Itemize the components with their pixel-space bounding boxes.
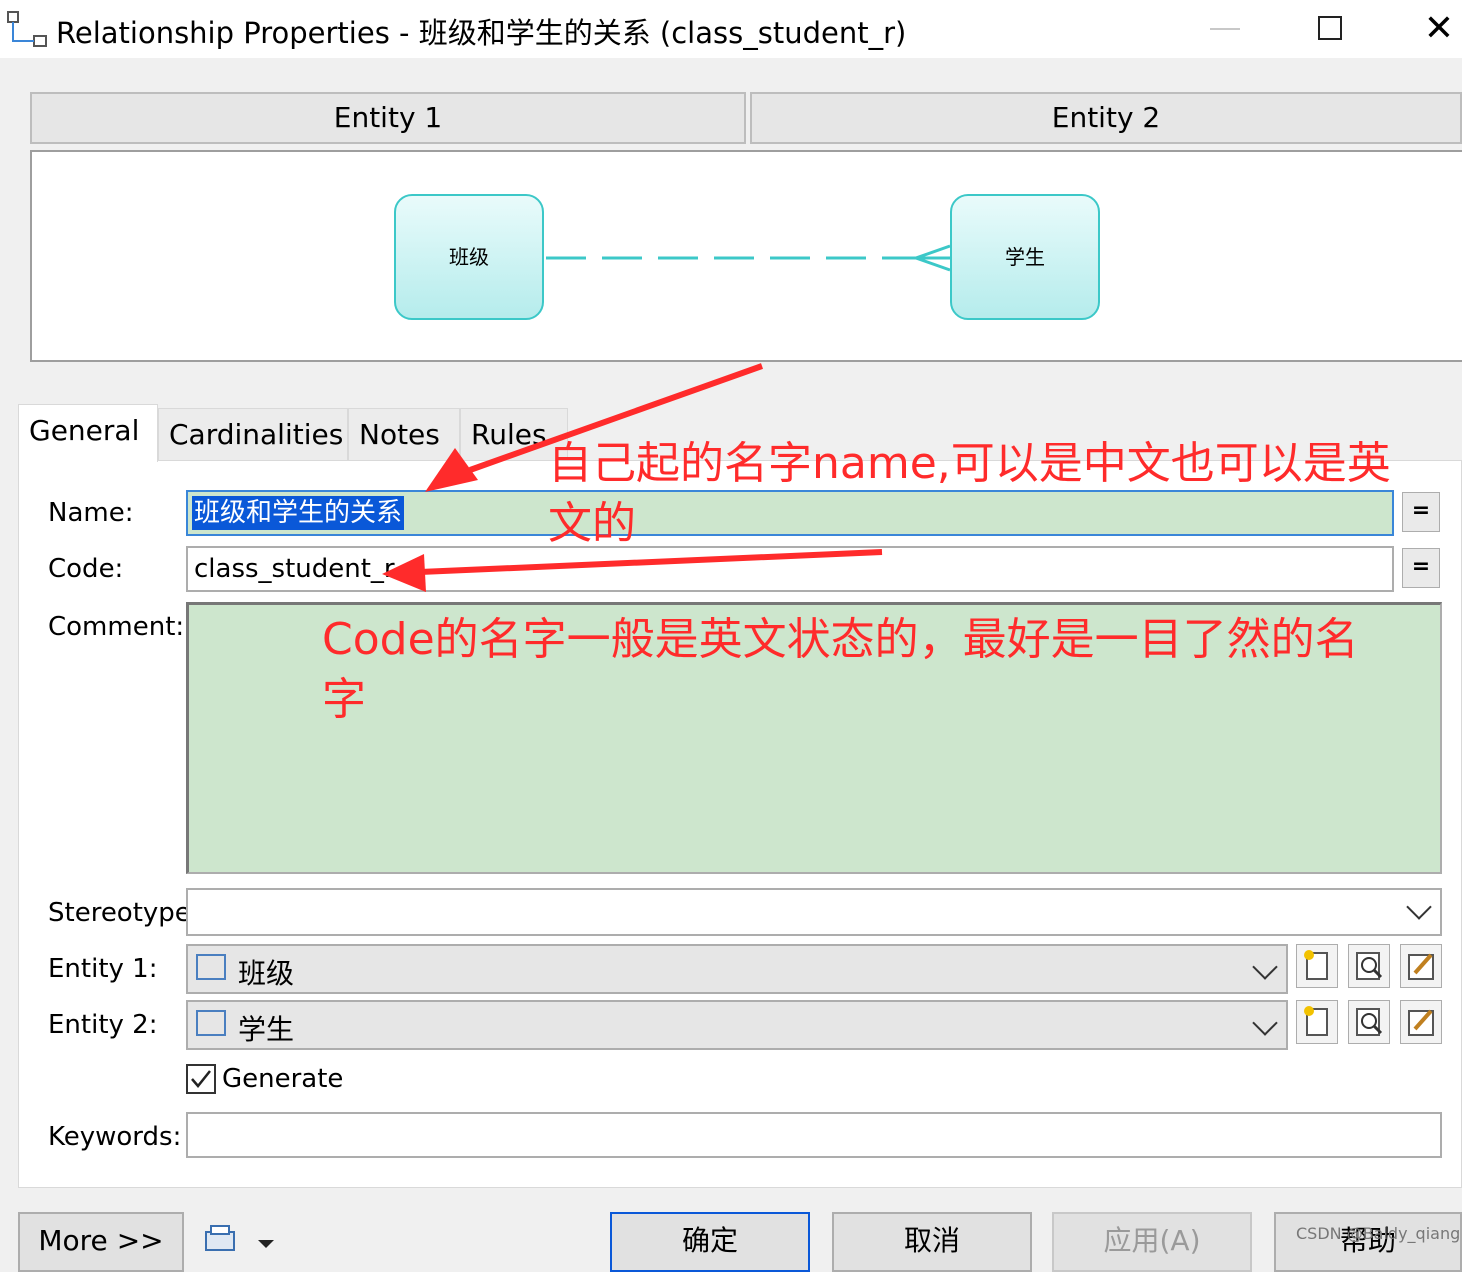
- close-button[interactable]: ✕: [1420, 10, 1458, 48]
- stereotype-label: Stereotype:: [48, 898, 200, 928]
- new-icon: [1304, 950, 1328, 980]
- stereotype-select[interactable]: [186, 888, 1442, 936]
- printer-icon[interactable]: [202, 1224, 238, 1254]
- relationship-icon: [7, 11, 47, 47]
- keywords-label: Keywords:: [48, 1122, 182, 1152]
- name-annotation-line2: 文的: [548, 498, 636, 549]
- window-title: Relationship Properties - 班级和学生的关系 (clas…: [56, 16, 907, 50]
- cancel-button[interactable]: 取消: [832, 1212, 1032, 1272]
- entity2-select[interactable]: 学生: [186, 1000, 1288, 1050]
- chevron-down-icon: [1252, 1010, 1278, 1036]
- entity2-create-button[interactable]: [1296, 1000, 1338, 1044]
- comment-label: Comment:: [48, 612, 185, 642]
- tab-general[interactable]: General: [18, 404, 158, 462]
- code-value: class_student_r: [194, 554, 395, 584]
- ok-button[interactable]: 确定: [610, 1212, 810, 1272]
- entity2-header[interactable]: Entity 2: [750, 92, 1462, 144]
- table-icon: [196, 954, 226, 980]
- entity2-label: Entity 2:: [48, 1010, 158, 1040]
- name-equal-button[interactable]: =: [1402, 492, 1440, 532]
- chevron-down-icon: [1406, 894, 1432, 920]
- minimize-button[interactable]: [1210, 28, 1240, 30]
- relationship-diagram: [30, 150, 1462, 362]
- name-annotation-line1: 自己起的名字name,可以是中文也可以是英: [548, 438, 1391, 489]
- entity1-value: 班级: [238, 957, 295, 990]
- entity1-box[interactable]: 班级: [394, 194, 544, 320]
- more-button[interactable]: More >>: [18, 1212, 184, 1272]
- entity1-select-button[interactable]: [1348, 944, 1390, 988]
- apply-button[interactable]: 应用(A): [1052, 1212, 1252, 1272]
- generate-label[interactable]: Generate: [222, 1064, 343, 1094]
- entity2-properties-button[interactable]: [1400, 1000, 1442, 1044]
- tab-cardinalities[interactable]: Cardinalities: [158, 408, 348, 460]
- entity1-properties-button[interactable]: [1400, 944, 1442, 988]
- entity1-header[interactable]: Entity 1: [30, 92, 746, 144]
- entity2-select-button[interactable]: [1348, 1000, 1390, 1044]
- code-label: Code:: [48, 554, 124, 584]
- browse-icon: [1356, 952, 1383, 980]
- checkmark-icon: [191, 1070, 211, 1088]
- entity1-label: Entity 1:: [48, 954, 158, 984]
- entity2-value: 学生: [238, 1013, 295, 1046]
- dropdown-arrow-icon[interactable]: [256, 1238, 276, 1250]
- browse-icon: [1356, 1008, 1383, 1036]
- generate-checkbox[interactable]: [186, 1064, 216, 1094]
- name-label: Name:: [48, 498, 134, 528]
- chevron-down-icon: [1252, 954, 1278, 980]
- properties-icon: [1408, 953, 1434, 980]
- new-icon: [1304, 1006, 1328, 1036]
- maximize-button[interactable]: [1318, 16, 1342, 40]
- code-field[interactable]: class_student_r: [186, 546, 1394, 592]
- entity1-create-button[interactable]: [1296, 944, 1338, 988]
- code-annotation-line2: 字: [322, 674, 366, 725]
- name-value: 班级和学生的关系: [192, 496, 405, 530]
- properties-icon: [1408, 1009, 1434, 1036]
- keywords-field[interactable]: [186, 1112, 1442, 1158]
- code-equal-button[interactable]: =: [1402, 548, 1440, 588]
- code-annotation-line1: Code的名字一般是英文状态的，最好是一目了然的名: [322, 614, 1359, 665]
- name-field[interactable]: 班级和学生的关系: [186, 490, 1394, 536]
- tab-notes[interactable]: Notes: [348, 408, 460, 460]
- entity2-box[interactable]: 学生: [950, 194, 1100, 320]
- entity1-select[interactable]: 班级: [186, 944, 1288, 994]
- watermark: CSDN @Baldy_qiang: [1296, 1224, 1461, 1243]
- table-icon: [196, 1010, 226, 1036]
